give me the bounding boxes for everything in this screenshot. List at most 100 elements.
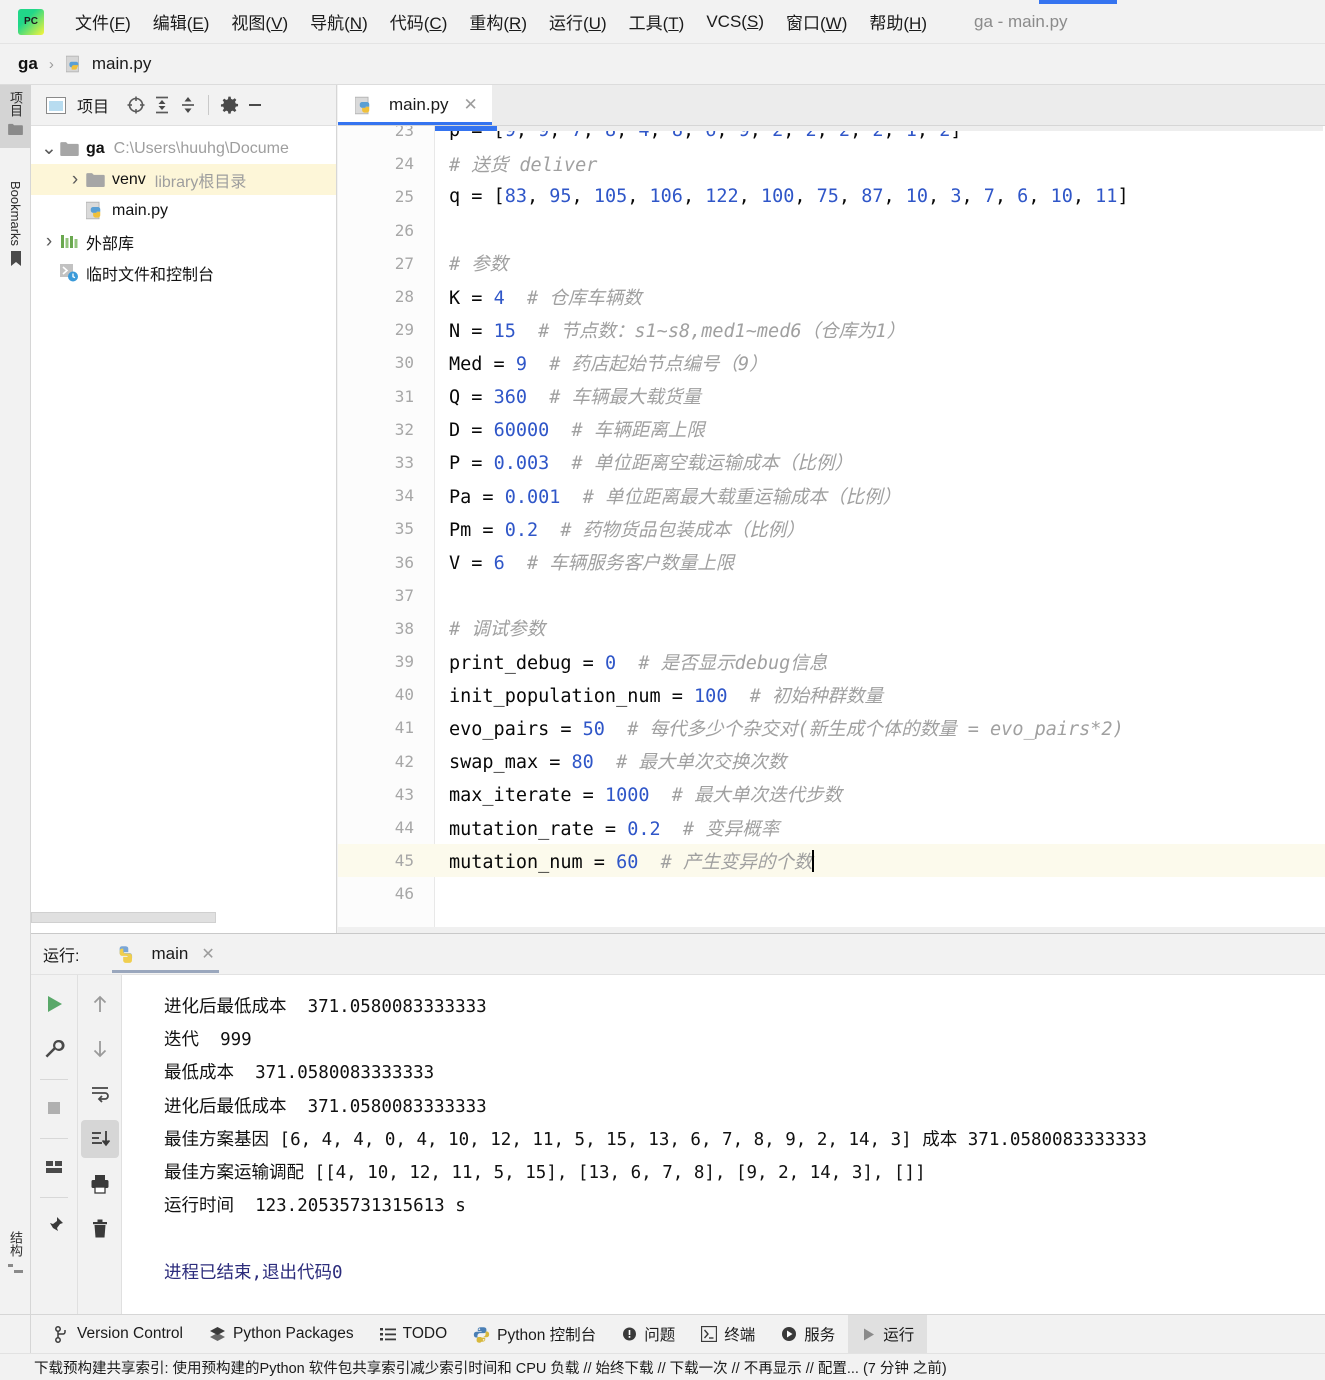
todo-icon bbox=[379, 1327, 396, 1342]
code-line[interactable]: 46 bbox=[338, 877, 1325, 910]
status-bar-message[interactable]: 下载预构建共享索引: 使用预构建的Python 软件包共享索引减少索引时间和 C… bbox=[34, 1357, 947, 1378]
run-tab-main[interactable]: main ✕ bbox=[104, 934, 226, 975]
rail-button-project[interactable]: 项目 bbox=[0, 85, 31, 148]
chevron-right-icon[interactable]: › bbox=[39, 231, 59, 253]
rail-button-structure[interactable]: 结构 bbox=[0, 1225, 31, 1288]
code-line[interactable]: 28 K = 4 # 仓库车辆数 bbox=[338, 280, 1325, 313]
line-number: 25 bbox=[394, 187, 414, 207]
console-output[interactable]: 进化后最低成本 371.0580083333333 迭代 999 最低成本 371.… bbox=[123, 975, 1325, 1315]
toolstrip-button-终端[interactable]: 终端 bbox=[688, 1315, 768, 1354]
code-line[interactable]: 36 V = 6 # 车辆服务客户数量上限 bbox=[338, 545, 1325, 578]
toolstrip-button-label: TODO bbox=[402, 1325, 448, 1342]
code-line[interactable]: 43 max_iterate = 1000 # 最大单次迭代步数 bbox=[338, 778, 1325, 811]
scroll-to-end-icon[interactable] bbox=[81, 1120, 119, 1158]
toolstrip-button-version-control[interactable]: Version Control bbox=[41, 1315, 196, 1354]
console-line: 最佳方案基因 [6, 4, 4, 0, 4, 10, 12, 11, 5, 15… bbox=[164, 1129, 1147, 1150]
gear-icon[interactable] bbox=[216, 92, 242, 118]
menu-item-7[interactable]: 工具(T) bbox=[618, 5, 696, 38]
toolstrip-button-问题[interactable]: 问题 bbox=[609, 1315, 688, 1354]
rerun-icon[interactable] bbox=[35, 985, 73, 1023]
toolstrip-button-todo[interactable]: TODO bbox=[367, 1315, 461, 1354]
soft-wrap-icon[interactable] bbox=[81, 1075, 119, 1113]
rail-button-bookmarks[interactable]: Bookmarks bbox=[0, 175, 31, 279]
tree-row[interactable]: › venv library根目录 bbox=[31, 164, 336, 195]
menu-item-5[interactable]: 重构(R) bbox=[458, 5, 538, 38]
menu-item-4[interactable]: 代码(C) bbox=[379, 5, 459, 38]
project-tree: ⌄ ga C:\Users\huuhg\Docume › venv library根目录 m… bbox=[31, 126, 336, 288]
code-line[interactable]: 27 # 参数 bbox=[338, 247, 1325, 280]
menu-item-1[interactable]: 编辑(E) bbox=[142, 5, 221, 38]
menu-item-0[interactable]: 文件(F) bbox=[64, 5, 142, 38]
toolstrip-button-运行[interactable]: 运行 bbox=[848, 1314, 928, 1354]
toolstrip-button-服务[interactable]: 服务 bbox=[768, 1315, 848, 1354]
expand-all-icon[interactable] bbox=[149, 92, 175, 118]
tree-row[interactable]: main.py bbox=[31, 195, 336, 226]
code-line-text: # 参数 bbox=[449, 254, 509, 276]
stop-icon[interactable] bbox=[35, 1089, 73, 1127]
arrow-down-icon[interactable] bbox=[81, 1030, 119, 1068]
code-line[interactable]: 40 init_population_num = 100 # 初始种群数量 bbox=[338, 678, 1325, 711]
code-line[interactable]: 39 print_debug = 0 # 是否显示debug信息 bbox=[338, 645, 1325, 678]
trash-icon[interactable] bbox=[81, 1210, 119, 1248]
console-line: 进程已结束,退出代码0 bbox=[164, 1262, 343, 1283]
menu-item-6[interactable]: 运行(U) bbox=[538, 5, 618, 38]
breadcrumb-file[interactable]: main.py bbox=[92, 54, 152, 74]
console-line: 进化后最低成本 371.0580083333333 bbox=[164, 997, 487, 1017]
menu-bar: 文件(F)编辑(E)视图(V)导航(N)代码(C)重构(R)运行(U)工具(T)… bbox=[0, 0, 1325, 44]
print-icon[interactable] bbox=[81, 1165, 119, 1203]
collapse-all-icon[interactable] bbox=[175, 92, 201, 118]
editor-top-progress bbox=[435, 126, 1323, 131]
toolstrip-button-python-packages[interactable]: Python Packages bbox=[196, 1315, 367, 1354]
menu-item-2[interactable]: 视图(V) bbox=[220, 5, 299, 38]
code-editor[interactable]: 23 p = [9, 9, 7, 8, 4, 8, 6, 9, 2, 2, 2, … bbox=[338, 126, 1325, 933]
console-line: 运行时间 123.20535731315613 s bbox=[164, 1196, 466, 1217]
code-line[interactable]: 24 # 送货 deliver bbox=[338, 147, 1325, 180]
editor-tab-main-py[interactable]: main.py ✕ bbox=[338, 85, 492, 125]
code-line[interactable]: 33 P = 0.003 # 单位距离空载运输成本（比例） bbox=[338, 446, 1325, 479]
menu-accelerator: T bbox=[668, 14, 679, 33]
code-line[interactable]: 31 Q = 360 # 车辆最大载货量 bbox=[338, 380, 1325, 413]
code-line[interactable]: 45 mutation_num = 60 # 产生变异的个数 bbox=[338, 844, 1325, 878]
code-line[interactable]: 35 Pm = 0.2 # 药物货品包装成本（比例） bbox=[338, 512, 1325, 545]
layout-icon[interactable] bbox=[35, 1148, 73, 1186]
tree-item-label: venv bbox=[112, 170, 146, 188]
code-line[interactable]: 38 # 调试参数 bbox=[338, 612, 1325, 645]
line-number: 35 bbox=[394, 519, 414, 539]
code-line[interactable]: 44 mutation_rate = 0.2 # 变异概率 bbox=[338, 811, 1325, 844]
chevron-right-icon[interactable]: › bbox=[65, 169, 85, 191]
arrow-up-icon[interactable] bbox=[81, 985, 119, 1023]
code-line[interactable]: 32 D = 60000 # 车辆距离上限 bbox=[338, 413, 1325, 446]
menu-item-3[interactable]: 导航(N) bbox=[299, 5, 379, 38]
menu-item-10[interactable]: 帮助(H) bbox=[858, 5, 938, 38]
locate-target-icon[interactable] bbox=[123, 92, 149, 118]
code-line[interactable]: 29 N = 15 # 节点数：s1~s8,med1~med6（仓库为1） bbox=[338, 313, 1325, 346]
tree-row[interactable]: 临时文件和控制台 bbox=[31, 257, 336, 288]
menu-accelerator: S bbox=[746, 11, 759, 31]
project-view-icon[interactable] bbox=[43, 92, 69, 118]
minimize-icon[interactable] bbox=[242, 92, 268, 118]
code-line[interactable]: 41 evo_pairs = 50 # 每代多少个杂交对(新生成个体的数量 = e… bbox=[338, 711, 1325, 744]
line-number: 24 bbox=[394, 154, 414, 174]
menu-item-8[interactable]: VCS(S) bbox=[695, 8, 775, 36]
tree-row[interactable]: ⌄ ga C:\Users\huuhg\Docume bbox=[31, 133, 336, 164]
menu-item-9[interactable]: 窗口(W) bbox=[775, 5, 858, 38]
code-line-text: Pa = 0.001 # 单位距离最大载重运输成本（比例） bbox=[449, 486, 901, 508]
breadcrumb-project[interactable]: ga bbox=[18, 54, 38, 74]
code-line[interactable]: 25 q = [83, 95, 105, 106, 122, 100, 75, 8… bbox=[338, 180, 1325, 213]
close-icon[interactable]: ✕ bbox=[464, 95, 478, 115]
close-icon[interactable]: ✕ bbox=[201, 944, 214, 964]
toolstrip-button-label: 问题 bbox=[644, 1327, 676, 1344]
code-line[interactable]: 26 bbox=[338, 214, 1325, 247]
tree-row[interactable]: › 外部库 bbox=[31, 226, 336, 257]
toolstrip-button-python-控制台[interactable]: Python 控制台 bbox=[460, 1315, 609, 1354]
code-line[interactable]: 30 Med = 9 # 药店起始节点编号（9） bbox=[338, 346, 1325, 379]
project-hscrollbar[interactable] bbox=[31, 912, 329, 923]
chevron-down-icon[interactable]: ⌄ bbox=[39, 137, 59, 160]
line-number: 30 bbox=[394, 353, 414, 373]
wrench-settings-icon[interactable] bbox=[35, 1030, 73, 1068]
code-line[interactable]: 34 Pa = 0.001 # 单位距离最大载重运输成本（比例） bbox=[338, 479, 1325, 512]
line-number: 45 bbox=[394, 851, 414, 871]
code-line[interactable]: 37 bbox=[338, 579, 1325, 612]
code-line[interactable]: 42 swap_max = 80 # 最大单次交换次数 bbox=[338, 745, 1325, 778]
pin-icon[interactable] bbox=[35, 1207, 73, 1245]
